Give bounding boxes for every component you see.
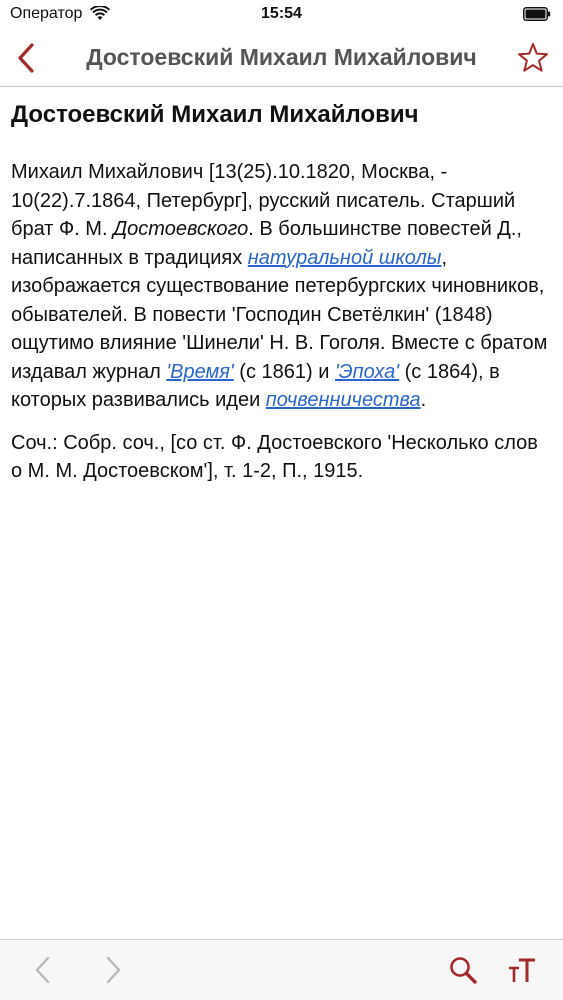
battery-icon [523, 7, 551, 21]
link-vremya[interactable]: 'Время' [166, 361, 233, 383]
nav-bar: Достоевский Михаил Михайлович [0, 30, 563, 87]
article-heading: Достоевский Михаил Михайлович [11, 101, 419, 128]
search-icon[interactable] [447, 954, 479, 986]
chevron-left-icon[interactable] [12, 40, 42, 76]
text-segment: . [420, 389, 427, 411]
article-paragraph-2: Соч.: Собр. соч., [со ст. Ф. Достоевског… [11, 431, 538, 483]
link-epokha[interactable]: 'Эпоха' [335, 361, 399, 383]
article-paragraph-1: Михаил Михайлович [13(25).10.1820, Москв… [11, 158, 549, 415]
text-segment: (с 1861) и [233, 360, 335, 383]
star-outline-icon[interactable] [515, 40, 551, 76]
prev-arrow-icon[interactable] [28, 954, 60, 986]
screen: Оператор 15:54 Достоевский Михаил Михайл… [0, 0, 563, 1000]
status-bar: Оператор 15:54 [0, 0, 563, 30]
clock: 15:54 [261, 5, 302, 22]
link-natural-school[interactable]: натуральной школы [248, 247, 442, 269]
next-arrow-icon[interactable] [96, 954, 128, 986]
article-content: Достоевский Михаил Михайлович Михаил Мих… [11, 98, 549, 500]
bottom-toolbar: тT [0, 939, 563, 1000]
nav-title: Достоевский Михаил Михайлович [86, 44, 477, 70]
font-size-icon[interactable]: тT [506, 954, 538, 986]
emphasis-text: Достоевского [113, 218, 249, 240]
link-pochvennichestvo[interactable]: почвенничества [266, 389, 421, 411]
